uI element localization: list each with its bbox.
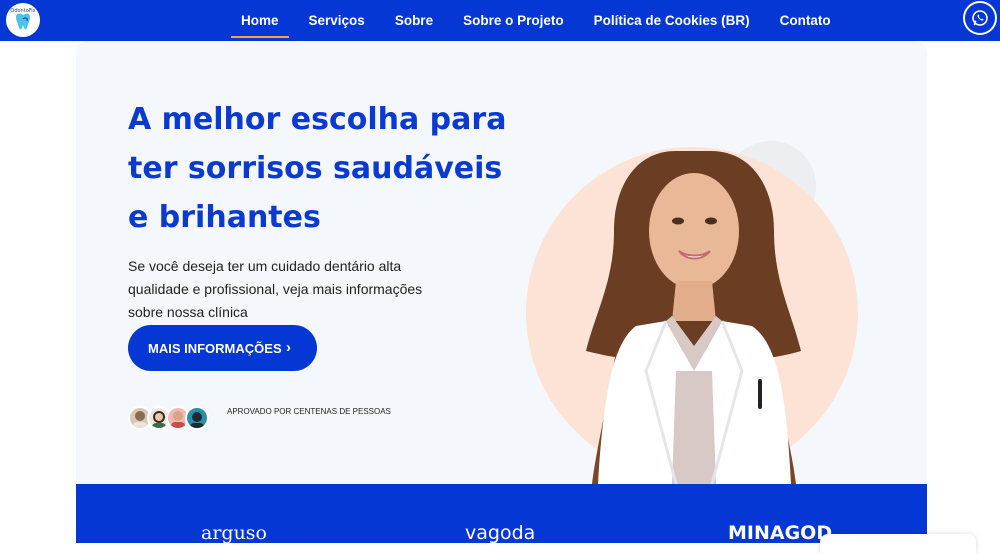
more-info-button[interactable]: MAIS INFORMAÇÕES › — [128, 325, 317, 371]
nav-politica-de-cookies[interactable]: Política de Cookies (BR) — [594, 4, 760, 38]
floating-widget[interactable] — [820, 534, 976, 554]
hero-subtitle: Se você deseja ter um cuidado dentário a… — [128, 258, 423, 320]
approval-text: APROVADO POR CENTENAS DE PESSOAS — [227, 407, 391, 416]
avatar — [185, 406, 209, 430]
chevron-right-icon: › — [286, 339, 291, 356]
hero-title: A melhor escolha para ter sorrisos saudá… — [128, 102, 507, 235]
brand-logo-vagoda: vagoda — [465, 522, 536, 544]
brand-logo-minagod: MINAGOD — [728, 522, 833, 544]
nav-sobre[interactable]: Sobre — [395, 4, 443, 38]
whatsapp-icon — [972, 10, 988, 26]
nav-sobre-o-projeto[interactable]: Sobre o Projeto — [463, 4, 574, 38]
clinic-logo[interactable]: OdontoFix — [6, 3, 40, 37]
whatsapp-button[interactable] — [963, 1, 997, 35]
nav-servicos[interactable]: Serviços — [309, 4, 375, 38]
top-navbar: OdontoFix Home Serviços Sobre Sobre o Pr… — [0, 0, 1000, 41]
main-nav: Home Serviços Sobre Sobre o Projeto Polí… — [231, 0, 861, 41]
nav-home[interactable]: Home — [231, 4, 289, 38]
nav-contato[interactable]: Contato — [780, 4, 841, 38]
dentist-photo — [526, 141, 858, 484]
brand-logo-arguso: arguso — [201, 522, 267, 544]
hero-section: A melhor escolha para ter sorrisos saudá… — [76, 41, 927, 484]
more-info-button-label: MAIS INFORMAÇÕES — [148, 340, 282, 356]
tooth-logo-icon — [16, 13, 30, 30]
partner-logos-bar: arguso vagoda MINAGOD — [76, 484, 927, 544]
